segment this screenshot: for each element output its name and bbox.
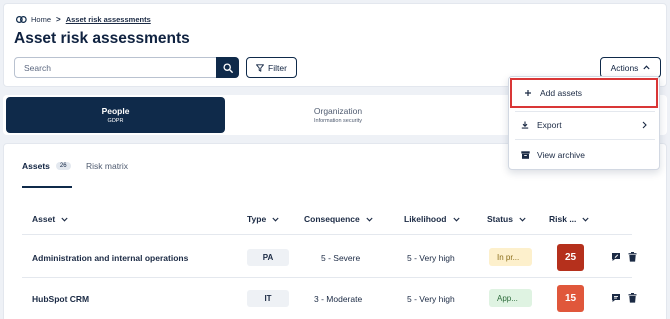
- menu-item-export-label: Export: [537, 120, 562, 130]
- asset-name[interactable]: HubSpot CRM: [32, 294, 89, 304]
- page-header: Home > Asset risk assessments Asset risk…: [3, 3, 667, 87]
- tab-assets-count: 26: [55, 162, 71, 170]
- type-badge: IT: [247, 290, 289, 307]
- tab-risk-matrix[interactable]: Risk matrix: [86, 161, 128, 171]
- column-header-likelihood-label: Likelihood: [404, 214, 447, 224]
- column-header-risk[interactable]: Risk ...: [549, 214, 590, 224]
- segment-organization-subtitle: Information security: [314, 118, 362, 124]
- column-header-risk-label: Risk ...: [549, 214, 577, 224]
- tab-assets[interactable]: Assets 26: [22, 161, 71, 171]
- column-header-likelihood[interactable]: Likelihood: [404, 214, 460, 224]
- comment-edit-icon[interactable]: [611, 252, 621, 262]
- filter-icon: [256, 63, 264, 72]
- column-header-asset[interactable]: Asset: [32, 214, 68, 224]
- likelihood-value: 5 - Very high: [407, 253, 455, 263]
- menu-item-export[interactable]: Export: [509, 112, 659, 138]
- trash-icon[interactable]: [628, 252, 637, 262]
- row-divider: [22, 234, 632, 235]
- column-header-type-label: Type: [247, 214, 267, 224]
- chevron-down-icon: [272, 217, 279, 222]
- chevron-down-icon: [519, 217, 526, 222]
- column-header-asset-label: Asset: [32, 214, 56, 224]
- chevron-up-icon: [643, 65, 651, 70]
- archive-icon: [513, 151, 537, 159]
- chevron-down-icon: [452, 217, 460, 222]
- tab-risk-matrix-label: Risk matrix: [86, 161, 129, 171]
- chevron-down-icon: [366, 217, 373, 222]
- filter-button[interactable]: Filter: [246, 57, 297, 78]
- status-badge: App...: [489, 289, 532, 307]
- actions-dropdown-menu: Add assets Export View archive: [508, 76, 660, 170]
- column-header-consequence-label: Consequence: [304, 214, 360, 224]
- home-link-icon[interactable]: [16, 16, 27, 23]
- comment-icon[interactable]: [611, 293, 621, 303]
- likelihood-value: 5 - Very high: [407, 294, 455, 304]
- download-icon: [513, 121, 537, 129]
- risk-score-badge: 25: [557, 244, 584, 271]
- page-title: Asset risk assessments: [14, 30, 190, 47]
- trash-icon[interactable]: [628, 293, 637, 303]
- menu-item-add-assets[interactable]: Add assets: [510, 78, 658, 108]
- menu-item-view-archive-label: View archive: [537, 150, 586, 160]
- breadcrumb: Home > Asset risk assessments: [16, 15, 151, 24]
- column-header-status[interactable]: Status: [487, 214, 526, 224]
- menu-divider: [515, 139, 655, 140]
- search-icon: [222, 62, 233, 73]
- consequence-value: 5 - Severe: [321, 253, 361, 263]
- segment-people-title: People: [101, 106, 130, 116]
- status-badge: In pr...: [489, 248, 532, 266]
- breadcrumb-current[interactable]: Asset risk assessments: [66, 15, 151, 24]
- filter-label: Filter: [268, 62, 287, 73]
- segment-people-subtitle: GDPR: [107, 118, 124, 124]
- consequence-value: 3 - Moderate: [314, 294, 363, 304]
- actions-label: Actions: [610, 62, 639, 73]
- column-header-consequence[interactable]: Consequence: [304, 214, 373, 224]
- chevron-down-icon: [61, 217, 68, 222]
- column-header-type[interactable]: Type: [247, 214, 279, 224]
- menu-item-add-assets-label: Add assets: [540, 88, 583, 98]
- risk-score-badge: 15: [557, 285, 584, 312]
- breadcrumb-separator: >: [56, 15, 61, 24]
- type-badge: PA: [247, 249, 289, 266]
- segment-organization-title: Organization: [313, 106, 363, 116]
- column-header-status-label: Status: [487, 214, 513, 224]
- actions-button[interactable]: Actions: [600, 57, 661, 78]
- breadcrumb-home[interactable]: Home: [31, 15, 51, 24]
- search-button[interactable]: [216, 57, 239, 78]
- tab-assets-label: Assets: [22, 161, 50, 171]
- search-box: [14, 57, 239, 78]
- plus-icon: [516, 89, 540, 97]
- row-divider: [22, 277, 632, 278]
- segment-people[interactable]: People GDPR: [6, 97, 225, 133]
- chevron-right-icon: [642, 121, 647, 129]
- asset-name[interactable]: Administration and internal operations: [32, 253, 188, 263]
- chevron-down-icon: [582, 217, 590, 222]
- menu-item-view-archive[interactable]: View archive: [509, 142, 659, 168]
- active-tab-indicator: [22, 186, 72, 188]
- segment-organization[interactable]: Organization Information security: [225, 95, 451, 135]
- search-input[interactable]: [15, 58, 215, 77]
